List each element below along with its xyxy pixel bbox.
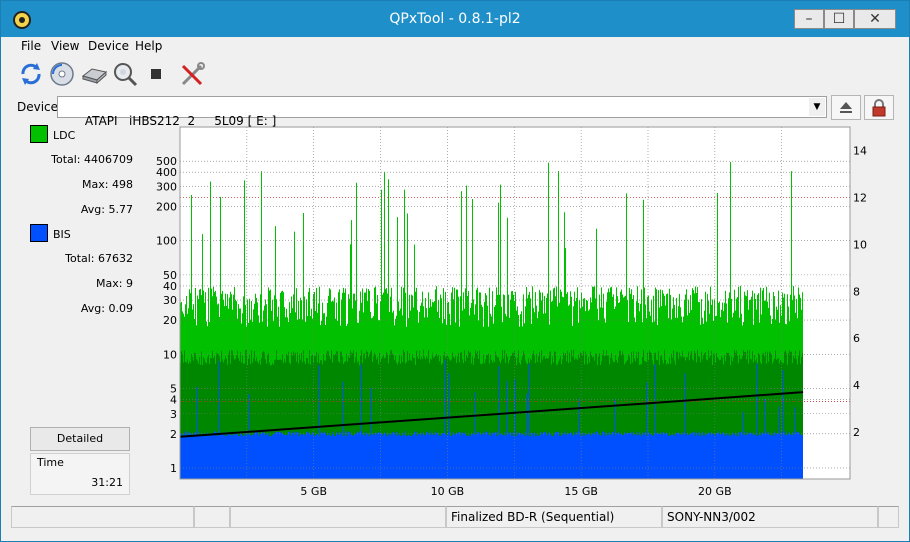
toolbar xyxy=(1,57,909,91)
y-left-tick-label: 10 xyxy=(163,348,177,361)
ldc-max: Max: 498 xyxy=(82,178,133,191)
detailed-button[interactable]: Detailed xyxy=(30,427,130,451)
bis-avg: Avg: 0.09 xyxy=(80,302,133,315)
minimize-button[interactable]: – xyxy=(794,9,824,29)
minimize-icon: – xyxy=(805,11,813,27)
chevron-down-icon[interactable]: ▼ xyxy=(809,98,825,116)
media-search-icon[interactable] xyxy=(111,60,139,88)
maximize-icon: ☐ xyxy=(832,11,846,27)
y-right-tick-label: 14 xyxy=(853,144,867,157)
status-bar: Finalized BD-R (Sequential) SONY-NN3/002 xyxy=(11,506,899,528)
y-left-tick-label: 200 xyxy=(156,200,177,213)
chart-area: 1 2 3 4 5 10 20 30 40 50 100 200 300 400 500 2 4 6 8 10 12 14… xyxy=(139,121,899,501)
device-label: Device: xyxy=(17,100,63,114)
ldc-avg: Avg: 5.77 xyxy=(80,203,133,216)
bis-legend-label: BIS xyxy=(53,228,71,241)
x-tick-label: 15 GB xyxy=(564,485,598,498)
lock-button[interactable] xyxy=(864,95,894,120)
status-media-type: Finalized BD-R (Sequential) xyxy=(446,506,662,528)
ldc-bis-chart: 1234510203040501002003004005002468101214… xyxy=(156,126,867,498)
y-right-tick-label: 6 xyxy=(853,332,860,345)
maximize-button[interactable]: ☐ xyxy=(824,9,854,29)
time-label: Time xyxy=(37,456,64,469)
x-tick-label: 10 GB xyxy=(431,485,465,498)
y-left-tick-label: 5 xyxy=(170,383,177,396)
y-left-tick-label: 2 xyxy=(170,428,177,441)
eject-button[interactable] xyxy=(831,95,861,120)
time-value: 31:21 xyxy=(91,476,123,489)
disc-scan-icon[interactable] xyxy=(48,60,76,88)
bis-legend-swatch xyxy=(30,224,48,242)
menu-file[interactable]: File xyxy=(21,39,41,53)
x-tick-label: 5 GB xyxy=(300,485,327,498)
device-select[interactable]: ATAPI iHBS212 2 5L09 [ E: ] ▼ xyxy=(57,96,827,128)
close-button[interactable]: ✕ xyxy=(854,9,896,29)
y-right-tick-label: 2 xyxy=(853,426,860,439)
eject-icon xyxy=(840,102,852,113)
tools-icon[interactable] xyxy=(179,60,207,88)
stats-panel: LDC Total: 4406709 Max: 498 Avg: 5.77 BI… xyxy=(13,123,139,501)
refresh-icon[interactable] xyxy=(17,60,45,88)
menu-view[interactable]: View xyxy=(51,39,79,53)
stop-icon[interactable] xyxy=(142,60,170,88)
device-bar: Device: ATAPI iHBS212 2 5L09 [ E: ] ▼ xyxy=(1,93,909,128)
menu-bar: File View Device Help xyxy=(1,37,909,57)
qpxtool-window: QPxTool - 0.8.1-pl2 – ☐ ✕ File View Devi… xyxy=(0,0,910,542)
ldc-legend-label: LDC xyxy=(53,129,76,142)
y-left-tick-label: 20 xyxy=(163,314,177,327)
x-tick-label: 20 GB xyxy=(698,485,732,498)
y-left-tick-label: 30 xyxy=(163,294,177,307)
menu-help[interactable]: Help xyxy=(135,39,162,53)
y-left-tick-label: 100 xyxy=(156,235,177,248)
y-left-tick-label: 500 xyxy=(156,155,177,168)
y-right-tick-label: 12 xyxy=(853,191,867,204)
title-bar[interactable]: QPxTool - 0.8.1-pl2 – ☐ ✕ xyxy=(1,1,909,37)
status-cell-2 xyxy=(194,506,230,528)
ldc-legend-swatch xyxy=(30,125,48,143)
y-right-tick-label: 8 xyxy=(853,285,860,298)
lock-icon xyxy=(872,99,886,117)
y-left-tick-label: 3 xyxy=(170,408,177,421)
y-right-tick-label: 10 xyxy=(853,238,867,251)
status-cell-1 xyxy=(11,506,194,528)
ldc-total: Total: 4406709 xyxy=(51,153,133,166)
drive-icon[interactable] xyxy=(80,60,108,88)
time-group: Time 31:21 xyxy=(30,453,130,495)
window-title: QPxTool - 0.8.1-pl2 xyxy=(389,11,521,27)
status-media-id: SONY-NN3/002 xyxy=(662,506,878,528)
bis-total: Total: 67632 xyxy=(65,252,133,265)
bis-max: Max: 9 xyxy=(96,277,133,290)
status-cell-3 xyxy=(230,506,446,528)
y-right-tick-label: 4 xyxy=(853,379,860,392)
menu-device[interactable]: Device xyxy=(88,39,129,53)
y-left-tick-label: 50 xyxy=(163,269,177,282)
close-icon: ✕ xyxy=(869,11,881,27)
y-left-tick-label: 1 xyxy=(170,462,177,475)
y-left-tick-label: 300 xyxy=(156,180,177,193)
status-cell-6 xyxy=(878,506,899,528)
